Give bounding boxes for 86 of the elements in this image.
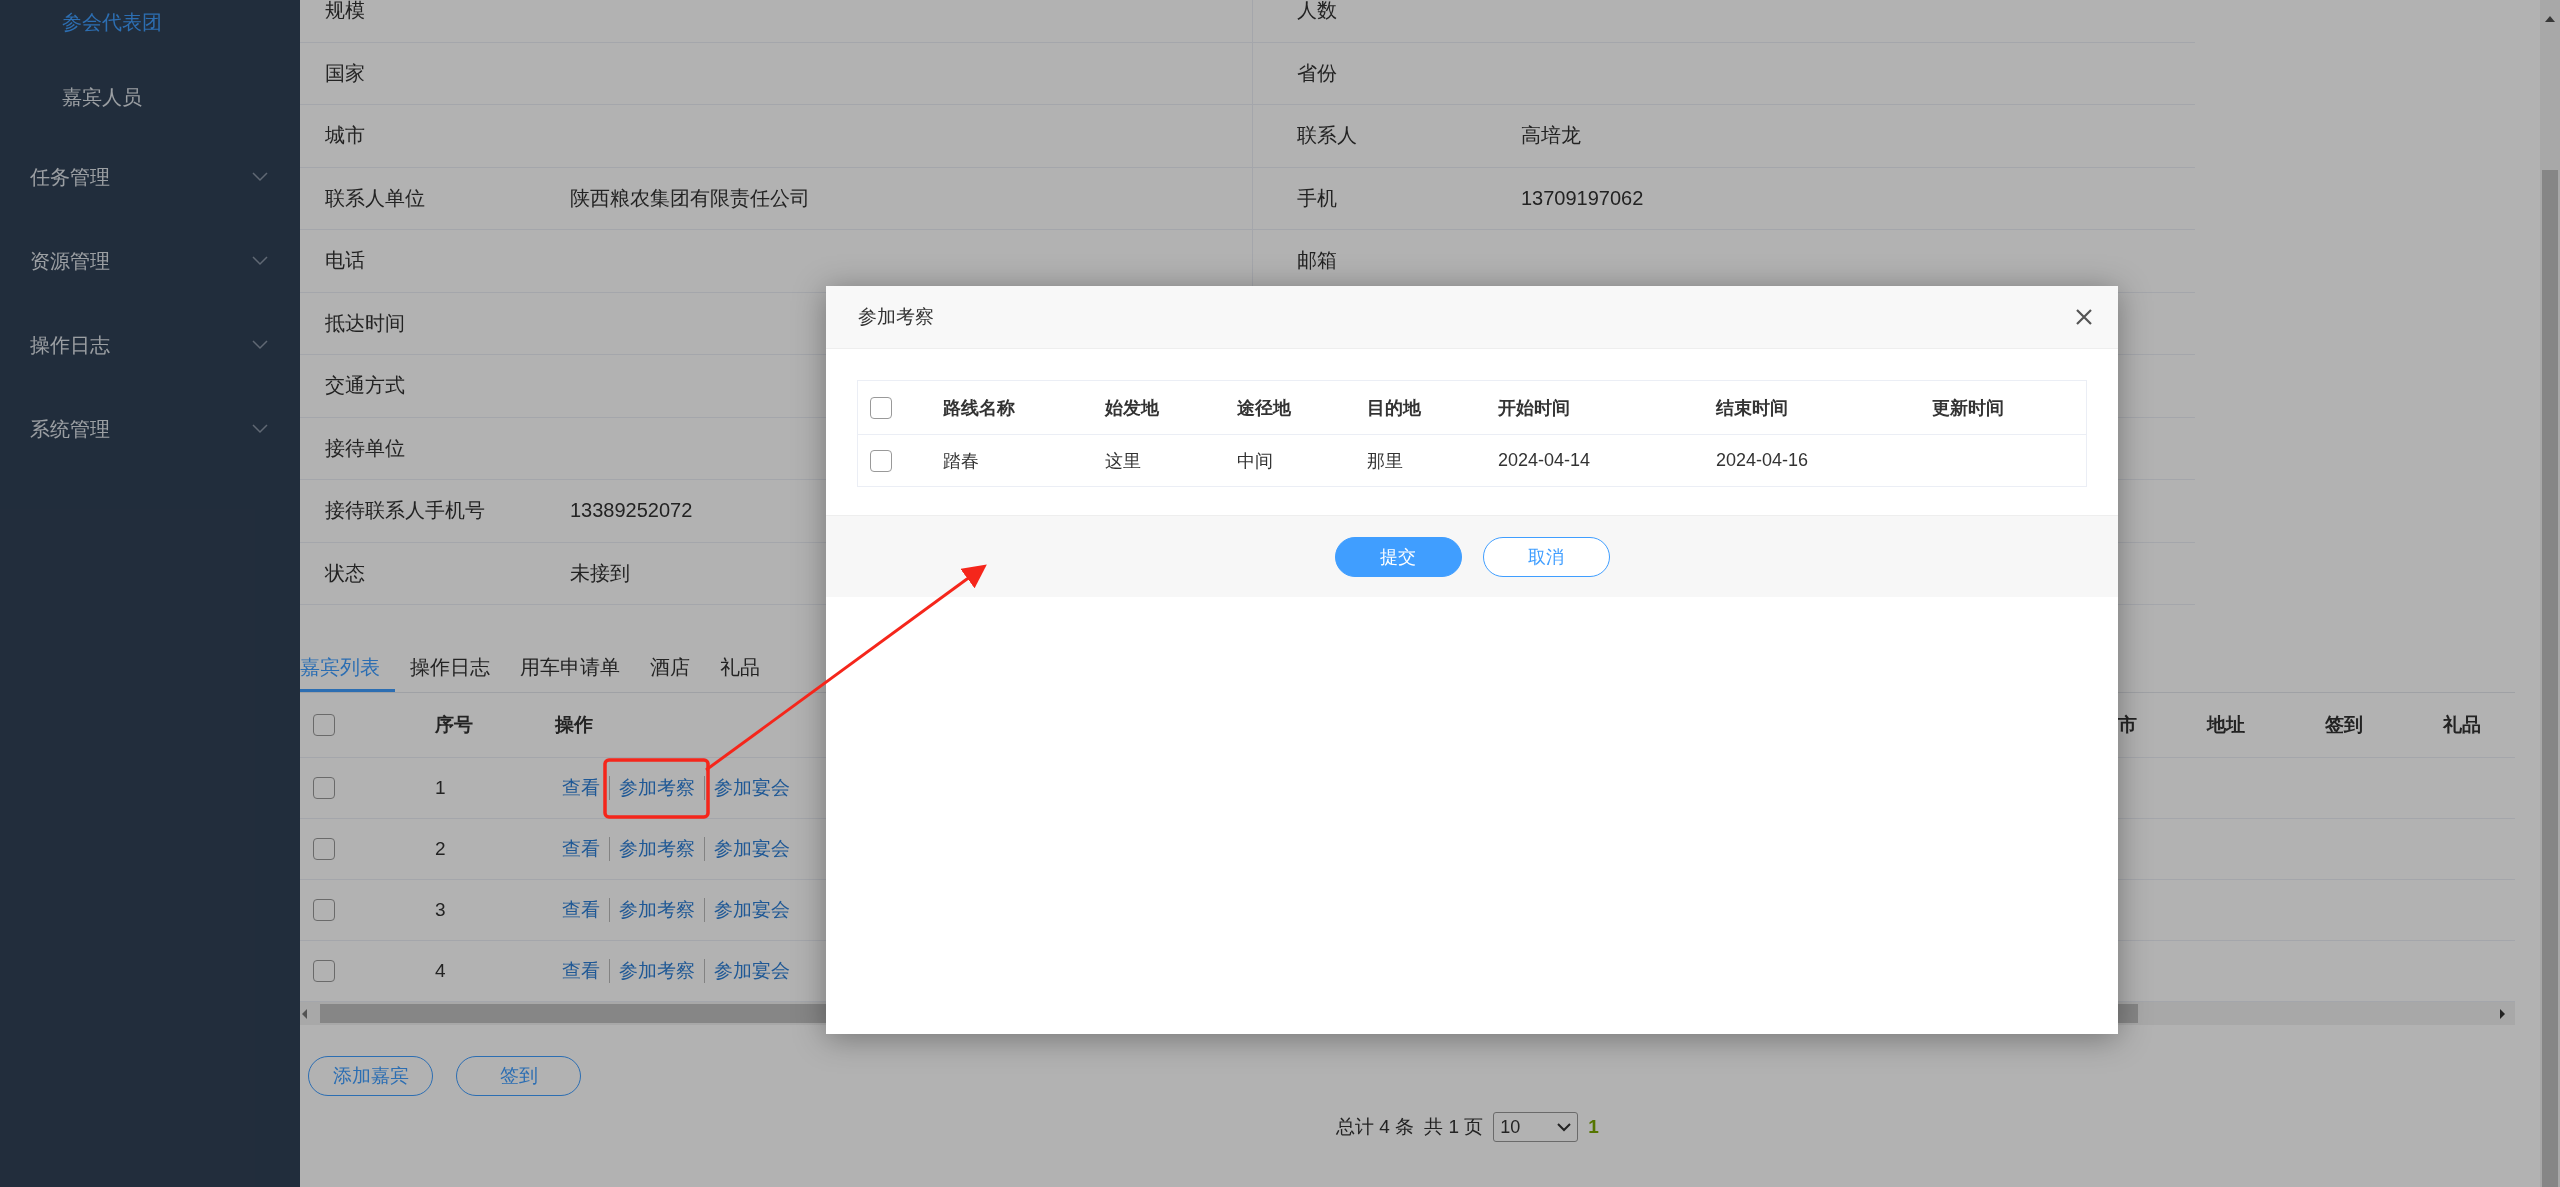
menu-item[interactable]: 嘉宾人员 <box>62 84 142 111</box>
field-label: 接待单位 <box>325 435 406 461</box>
total-count: 总计 4 条 <box>1336 1115 1415 1139</box>
page-number[interactable]: 1 <box>1588 1116 1599 1138</box>
field-value: 13389252072 <box>570 499 693 523</box>
column-header: 更新时间 <box>1932 396 2005 420</box>
table-cell-text: 2024-04-14 <box>1498 450 1592 471</box>
field-value: 未接到 <box>570 560 630 586</box>
action-link[interactable]: 参加宴会 <box>714 897 790 923</box>
menu-group[interactable]: 操作日志 <box>30 331 110 359</box>
field-label: 联系人单位 <box>325 185 426 211</box>
field-label: 接待联系人手机号 <box>325 498 486 524</box>
column-header: 始发地 <box>1105 396 1160 420</box>
menu-group[interactable]: 任务管理 <box>30 163 110 191</box>
action-link[interactable]: 参加考察 <box>619 897 695 923</box>
checkbox[interactable] <box>313 960 335 982</box>
field-label: 状态 <box>325 560 366 586</box>
menu-item[interactable]: 参会代表团 <box>62 9 162 36</box>
field-value: 陕西粮农集团有限责任公司 <box>570 185 810 211</box>
scroll-right-icon[interactable] <box>2497 1007 2507 1020</box>
field-label: 国家 <box>325 60 366 86</box>
field-label: 抵达时间 <box>325 310 406 336</box>
outline-button[interactable]: 签到 <box>456 1056 581 1096</box>
action-link[interactable]: 查看 <box>562 836 600 862</box>
column-header: 序号 <box>434 713 474 737</box>
vertical-scrollbar[interactable] <box>2540 0 2560 1187</box>
field-label: 邮箱 <box>1297 248 1338 274</box>
menu-group[interactable]: 系统管理 <box>30 415 110 443</box>
action-link[interactable]: 参加考察 <box>619 836 695 862</box>
table-cell-text: 1 <box>434 777 447 799</box>
action-link[interactable]: 参加宴会 <box>714 836 790 862</box>
table-cell-text: 这里 <box>1105 449 1142 473</box>
field-value: 13709197062 <box>1521 186 1644 210</box>
cancel-button[interactable]: 取消 <box>1482 536 1610 577</box>
table-cell-text: 2 <box>434 838 447 860</box>
chevron-down-icon[interactable] <box>1557 1122 1572 1132</box>
close-icon[interactable] <box>2074 307 2094 327</box>
outline-button[interactable]: 添加嘉宾 <box>308 1056 433 1096</box>
checkbox[interactable] <box>313 899 335 921</box>
page-size-select[interactable]: 10 <box>1493 1112 1579 1142</box>
column-header: 操作 <box>553 713 594 737</box>
field-label: 省份 <box>1297 60 1338 86</box>
tab[interactable]: 礼品 <box>705 646 775 692</box>
tab[interactable]: 用车申请单 <box>505 646 635 692</box>
action-link[interactable]: 查看 <box>562 775 600 801</box>
table-cell-text: 2024-04-16 <box>1716 450 1810 471</box>
submit-button[interactable]: 提交 <box>1334 536 1462 577</box>
column-header: 途径地 <box>1237 396 1292 420</box>
field-label: 联系人 <box>1297 123 1358 149</box>
action-link[interactable]: 参加宴会 <box>714 958 790 984</box>
menu-group[interactable]: 资源管理 <box>30 247 110 275</box>
field-value: 高培龙 <box>1521 123 1581 149</box>
table-cell-text: 4 <box>434 960 447 982</box>
dialog-title: 参加考察 <box>858 305 934 329</box>
checkbox[interactable] <box>313 714 335 736</box>
tab[interactable]: 酒店 <box>635 646 705 692</box>
tab[interactable]: 操作日志 <box>395 646 505 692</box>
action-link[interactable]: 查看 <box>562 897 600 923</box>
action-link[interactable]: 查看 <box>562 958 600 984</box>
column-header: 地址 <box>2205 713 2246 737</box>
page-count: 共 1 页 <box>1424 1115 1484 1139</box>
checkbox[interactable] <box>870 449 892 472</box>
column-header: 礼品 <box>2442 713 2482 737</box>
field-label: 交通方式 <box>325 373 406 399</box>
column-header: 目的地 <box>1367 396 1422 420</box>
tab[interactable]: 嘉宾列表 <box>300 646 395 692</box>
table-cell-text: 中间 <box>1237 449 1274 473</box>
action-link[interactable]: 参加考察 <box>619 775 695 801</box>
field-label: 电话 <box>325 248 366 274</box>
field-label: 规模 <box>325 0 366 24</box>
column-header: 签到 <box>2324 713 2364 737</box>
action-link[interactable]: 参加考察 <box>619 958 695 984</box>
checkbox[interactable] <box>313 777 335 799</box>
field-label: 人数 <box>1297 0 1338 24</box>
table-cell-text: 那里 <box>1367 449 1404 473</box>
table-cell-text: 踏春 <box>943 449 980 473</box>
field-label: 手机 <box>1297 185 1338 211</box>
checkbox[interactable] <box>313 838 335 860</box>
field-label: 城市 <box>325 123 366 149</box>
column-header: 开始时间 <box>1498 396 1571 420</box>
column-header: 路线名称 <box>943 396 1016 420</box>
column-header: 市 <box>2118 713 2138 737</box>
action-link[interactable]: 参加宴会 <box>714 775 790 801</box>
column-header: 结束时间 <box>1716 396 1789 420</box>
checkbox[interactable] <box>870 396 892 419</box>
table-cell-text: 3 <box>434 899 447 921</box>
